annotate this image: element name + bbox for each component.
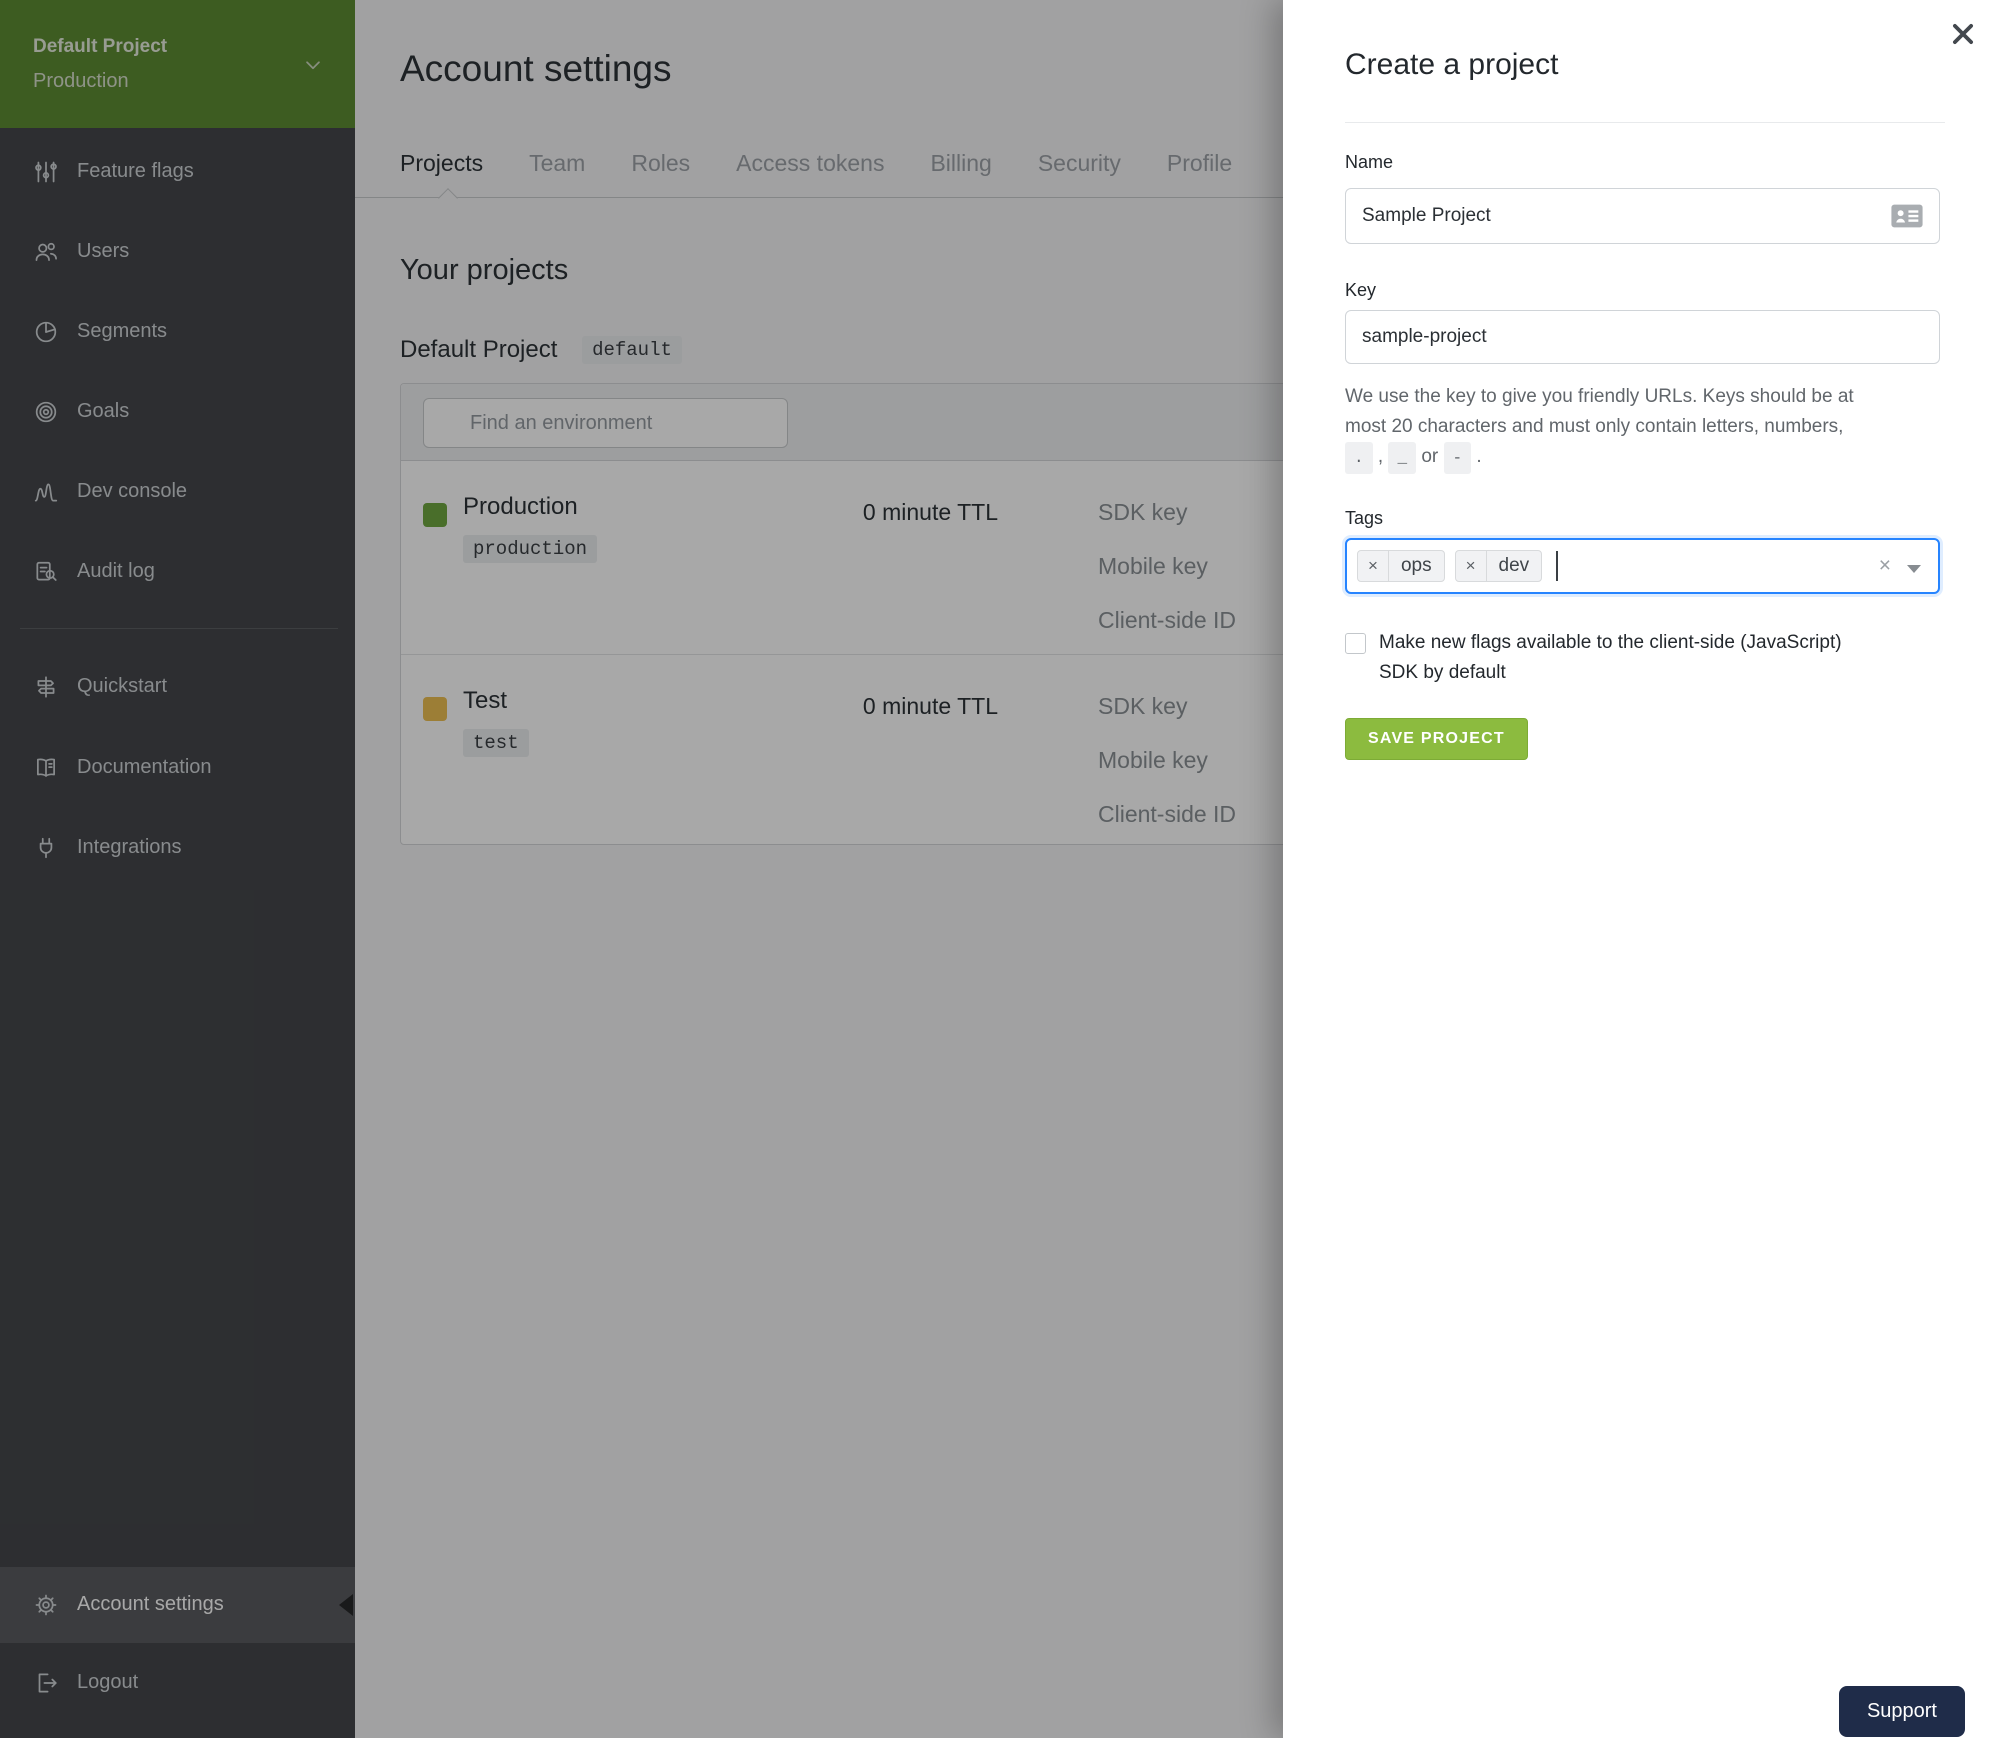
name-field[interactable]: [1345, 188, 1940, 244]
tags-label: Tags: [1345, 508, 1384, 528]
remove-tag-icon[interactable]: ×: [1456, 551, 1487, 581]
create-project-drawer: Create a project Name Key We use the key…: [1283, 0, 2000, 1738]
allowed-char-dot: .: [1345, 442, 1373, 474]
text-cursor: [1556, 551, 1558, 581]
allowed-char-dash: -: [1443, 442, 1472, 474]
key-label: Key: [1345, 280, 1377, 300]
key-field[interactable]: [1345, 310, 1940, 364]
name-label: Name: [1345, 152, 1394, 172]
clear-tags-icon[interactable]: ×: [1879, 554, 1891, 578]
dropdown-caret-icon[interactable]: [1907, 565, 1921, 573]
tag-chip-dev: × dev: [1454, 550, 1543, 582]
app-screen: Default Project Production Feature flags…: [0, 0, 2000, 1738]
drawer-divider: [1345, 122, 1945, 123]
allowed-char-underscore: _: [1388, 442, 1417, 474]
client-side-checkbox-row: Make new flags available to the client-s…: [1345, 628, 1904, 688]
tag-chip-ops: × ops: [1357, 550, 1445, 582]
drawer-title: Create a project: [1345, 48, 1559, 81]
key-help-text: We use the key to give you friendly URLs…: [1345, 382, 1945, 474]
close-icon[interactable]: [1944, 16, 1982, 54]
remove-tag-icon[interactable]: ×: [1358, 551, 1389, 581]
client-side-checkbox[interactable]: [1345, 633, 1366, 654]
tag-label: dev: [1498, 555, 1530, 576]
save-project-button[interactable]: SAVE PROJECT: [1345, 718, 1528, 760]
tags-multiselect[interactable]: × ops × dev ×: [1345, 538, 1940, 594]
checkbox-label: Make new flags available to the client-s…: [1379, 632, 1842, 683]
support-button[interactable]: Support: [1838, 1686, 1965, 1737]
tag-label: ops: [1400, 555, 1432, 576]
